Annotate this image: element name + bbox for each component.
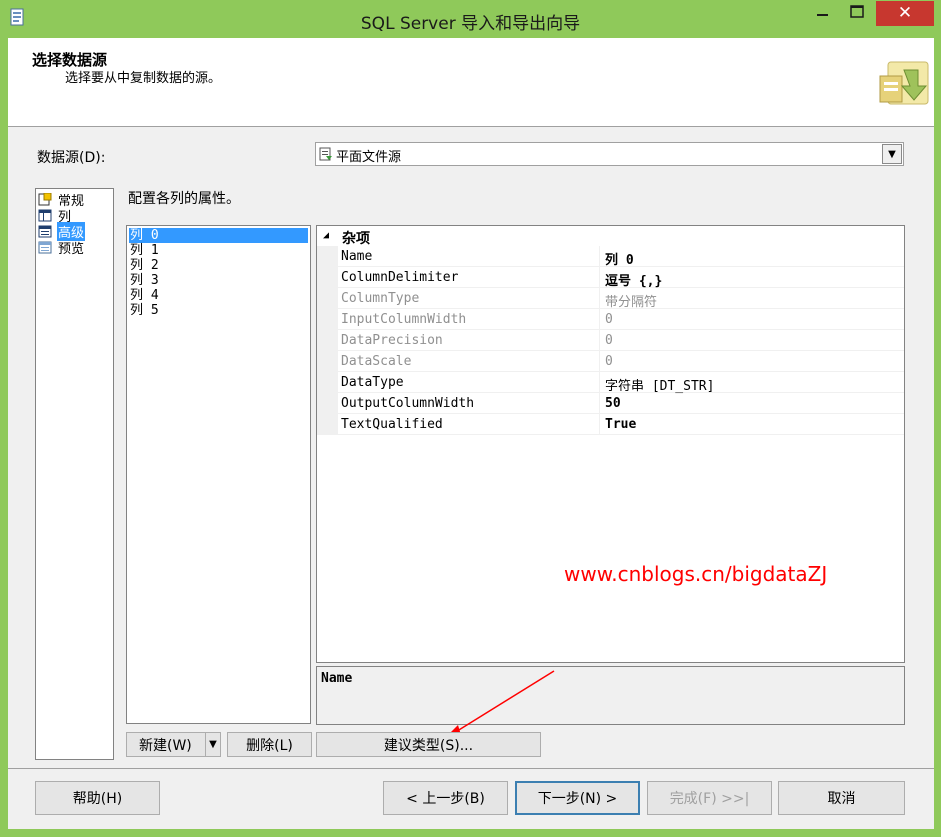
maximize-icon[interactable] [842, 0, 872, 22]
property-row[interactable]: OutputColumnWidth 50 [317, 393, 904, 414]
close-icon[interactable]: ✕ [876, 1, 934, 26]
datasource-label: 数据源(D): [37, 150, 106, 166]
suggest-types-button[interactable]: 建议类型(S)... [316, 732, 541, 757]
property-name: InputColumnWidth [341, 312, 467, 327]
list-item[interactable]: 列 3 [129, 273, 308, 288]
nav-item-preview[interactable]: 预览 [38, 239, 85, 257]
new-column-dropdown-icon[interactable]: ▼ [205, 732, 221, 757]
property-name: TextQualified [341, 417, 443, 432]
property-row[interactable]: ColumnType 带分隔符 [317, 288, 904, 310]
property-value[interactable]: 字符串 [DT_STR] [605, 375, 714, 394]
property-value[interactable]: 逗号 {,} [605, 270, 662, 289]
wizard-header: 选择数据源 选择要从中复制数据的源。 [8, 38, 934, 127]
chevron-down-icon[interactable]: ▼ [882, 144, 902, 164]
collapse-triangle-icon[interactable]: ◢ [323, 230, 329, 241]
property-value: 0 [605, 333, 613, 348]
property-name: Name [341, 249, 373, 264]
property-row[interactable]: TextQualified True [317, 414, 904, 435]
page-subtitle: 选择要从中复制数据的源。 [65, 71, 222, 86]
general-icon [38, 192, 52, 205]
back-button[interactable]: < 上一步(B) [383, 781, 508, 815]
property-grid[interactable]: ◢ 杂项 Name 列 0 ColumnDelimiter 逗号 {,} Col… [316, 225, 905, 663]
property-value[interactable]: 列 0 [605, 249, 634, 268]
watermark-text: www.cnblogs.cn/bigdataZJ [564, 562, 828, 586]
delete-column-button[interactable]: 删除(L) [227, 732, 312, 757]
datasource-value: 平面文件源 [336, 150, 402, 165]
columns-icon [38, 209, 52, 221]
preview-icon [38, 241, 52, 253]
property-value: 0 [605, 354, 613, 369]
property-row[interactable]: DataType 字符串 [DT_STR] [317, 372, 904, 394]
column-list[interactable]: 列 0 列 1 列 2 列 3 列 4 列 5 [126, 225, 311, 724]
wizard-client-area: 选择数据源 选择要从中复制数据的源。 数据源(D): 平面文件源 ▼ 常规 列 … [8, 38, 934, 829]
new-column-button[interactable]: 新建(W) [126, 732, 206, 757]
property-row[interactable]: ColumnDelimiter 逗号 {,} [317, 267, 904, 289]
property-value: 0 [605, 312, 613, 327]
property-description: Name [316, 666, 905, 725]
property-name: DataScale [341, 354, 412, 369]
minimize-icon[interactable] [808, 0, 838, 22]
property-row[interactable]: InputColumnWidth 0 [317, 309, 904, 330]
window-title: SQL Server 导入和导出向导 [360, 14, 581, 34]
wizard-banner-icon [879, 61, 929, 105]
help-button[interactable]: 帮助(H) [35, 781, 160, 815]
property-category[interactable]: ◢ 杂项 [317, 226, 904, 247]
list-item[interactable]: 列 2 [129, 258, 308, 273]
property-name: DataType [341, 375, 404, 390]
footer-divider [8, 768, 934, 769]
flat-file-icon [319, 147, 332, 161]
property-row[interactable]: DataScale 0 [317, 351, 904, 372]
list-item[interactable]: 列 5 [129, 303, 308, 318]
page-nav: 常规 列 高级 预览 [35, 188, 114, 760]
description-title: Name [321, 671, 353, 686]
property-name: DataPrecision [341, 333, 443, 348]
property-value: 带分隔符 [605, 295, 658, 310]
list-item[interactable]: 列 0 [129, 228, 308, 243]
list-item[interactable]: 列 1 [129, 243, 308, 258]
property-name: ColumnDelimiter [341, 270, 459, 285]
datasource-select[interactable]: 平面文件源 ▼ [315, 142, 904, 166]
property-name: OutputColumnWidth [341, 396, 475, 411]
property-row[interactable]: DataPrecision 0 [317, 330, 904, 351]
property-name: ColumnType [341, 291, 420, 306]
advanced-icon [38, 225, 52, 237]
property-row[interactable]: Name 列 0 [317, 246, 904, 268]
title-bar[interactable]: SQL Server 导入和导出向导 ✕ [0, 0, 941, 38]
property-value[interactable]: 50 [605, 396, 621, 411]
configure-columns-label: 配置各列的属性。 [128, 191, 240, 207]
next-button[interactable]: 下一步(N) > [515, 781, 640, 815]
cancel-button[interactable]: 取消 [778, 781, 905, 815]
property-value[interactable]: True [605, 417, 636, 432]
list-item[interactable]: 列 4 [129, 288, 308, 303]
finish-button[interactable]: 完成(F) >>| [647, 781, 772, 815]
